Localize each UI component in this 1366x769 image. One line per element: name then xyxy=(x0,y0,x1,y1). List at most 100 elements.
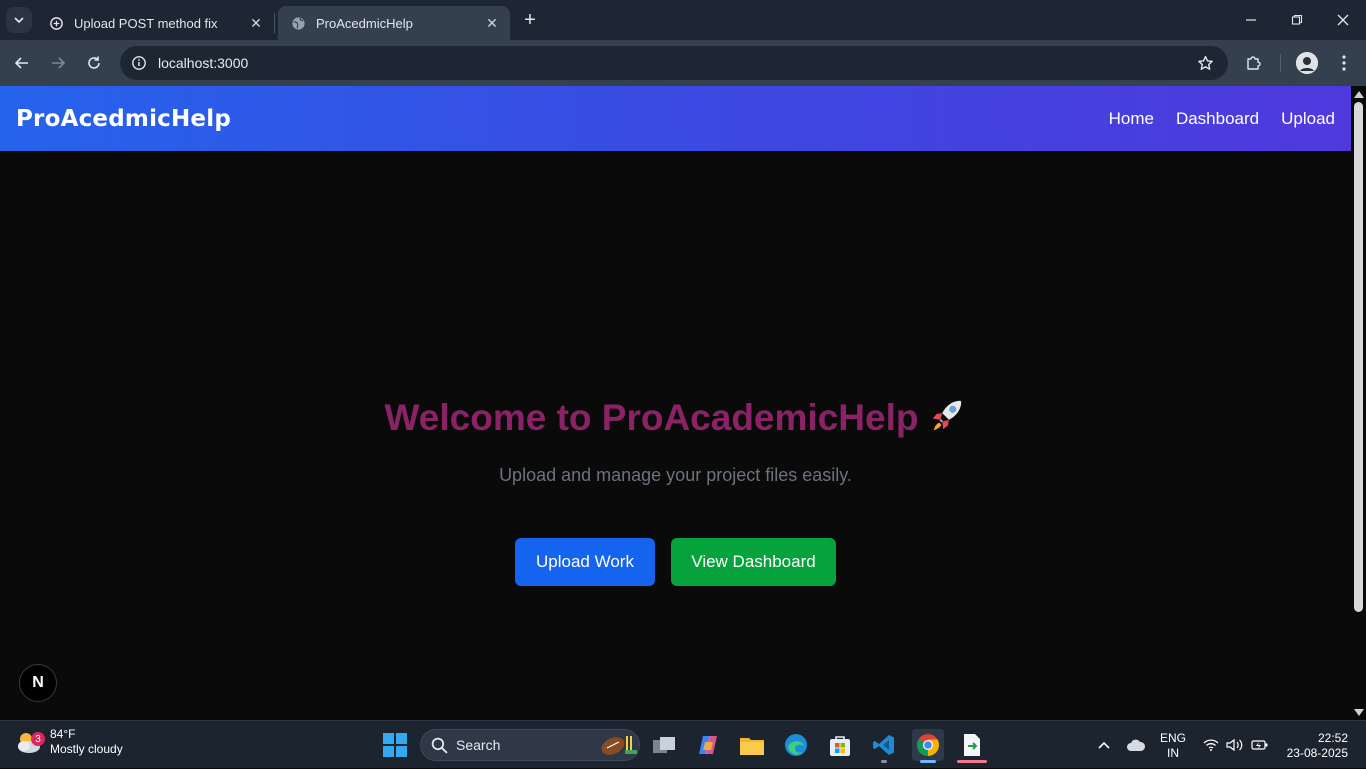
weather-condition: Mostly cloudy xyxy=(50,742,123,756)
nav-links: Home Dashboard Upload xyxy=(1109,109,1335,129)
taskbar-search[interactable]: Search xyxy=(420,729,640,761)
avatar xyxy=(1296,52,1318,74)
nav-link-home[interactable]: Home xyxy=(1109,109,1154,129)
store-button[interactable] xyxy=(824,729,856,761)
browser-toolbar: localhost:3000 xyxy=(0,40,1366,86)
tab-proacedmichelp[interactable]: ProAcedmicHelp ✕ xyxy=(278,6,510,40)
copilot-icon xyxy=(699,736,717,754)
new-tab-button[interactable]: + xyxy=(518,8,542,32)
task-view-icon xyxy=(653,737,675,753)
battery-button[interactable] xyxy=(1250,721,1270,769)
tab-strip: Upload POST method fix ✕ ProAcedmicHelp … xyxy=(0,0,1366,40)
upload-work-button[interactable]: Upload Work xyxy=(515,538,655,586)
start-button[interactable] xyxy=(383,733,407,757)
task-view-button[interactable] xyxy=(648,729,680,761)
windows-logo-tile xyxy=(383,733,394,744)
chrome-icon xyxy=(917,734,939,756)
tab-title: ProAcedmicHelp xyxy=(316,15,413,31)
windows-logo-tile xyxy=(383,746,394,757)
language-line2: IN xyxy=(1167,746,1179,760)
edge-button[interactable] xyxy=(780,729,812,761)
weather-temp: 84°F xyxy=(50,727,76,741)
puzzle-icon xyxy=(1247,56,1261,70)
nav-link-dashboard[interactable]: Dashboard xyxy=(1176,109,1259,129)
copilot-button[interactable] xyxy=(692,729,724,761)
volume-button[interactable] xyxy=(1226,721,1244,769)
vscode-button[interactable] xyxy=(868,729,900,763)
url-text[interactable]: localhost:3000 xyxy=(158,55,1190,71)
weather-widget[interactable]: 3 84°F Mostly cloudy xyxy=(14,727,123,757)
wifi-icon xyxy=(1203,739,1219,751)
store-icon xyxy=(830,736,850,756)
rocket-icon xyxy=(928,396,966,443)
extensions-button[interactable] xyxy=(1240,49,1268,77)
page-scrollbar[interactable] xyxy=(1351,86,1366,720)
hero-title-wrap: Welcome to ProAcademicHelp xyxy=(0,396,1351,443)
chevron-down-icon xyxy=(14,17,24,24)
back-button[interactable] xyxy=(8,49,36,77)
active-indicator xyxy=(920,760,936,763)
kebab-menu-icon xyxy=(1342,55,1346,71)
globe-icon xyxy=(290,15,306,31)
forward-button[interactable] xyxy=(44,49,72,77)
folder-icon xyxy=(740,738,764,755)
clock-time: 22:52 xyxy=(1317,731,1348,745)
tab-search-button[interactable] xyxy=(6,7,32,33)
bookmark-star-icon[interactable] xyxy=(1190,48,1220,78)
toolbar-separator xyxy=(1280,54,1281,72)
close-icon[interactable]: ✕ xyxy=(248,15,264,31)
site-navbar: ProAcedmicHelp Home Dashboard Upload xyxy=(0,86,1351,151)
windows-logo-tile xyxy=(396,733,407,744)
close-window-button[interactable] xyxy=(1320,0,1366,40)
scroll-up-arrow-icon[interactable] xyxy=(1353,89,1364,99)
tab-title: Upload POST method fix xyxy=(74,15,218,31)
minimize-button[interactable] xyxy=(1228,0,1274,40)
hero-title: Welcome to ProAcademicHelp xyxy=(384,397,919,438)
close-icon xyxy=(1337,14,1349,26)
windows-logo-tile xyxy=(396,746,407,757)
chatgpt-icon xyxy=(48,15,64,31)
language-line1: ENG xyxy=(1160,731,1187,745)
running-indicator xyxy=(881,760,887,763)
edge-icon xyxy=(785,734,807,756)
minimize-icon xyxy=(1246,19,1256,21)
file-arrow-icon xyxy=(964,734,980,756)
cloud-icon xyxy=(1127,739,1146,751)
running-indicator xyxy=(957,760,987,763)
wifi-button[interactable] xyxy=(1202,721,1220,769)
menu-button[interactable] xyxy=(1330,49,1358,77)
address-bar[interactable]: localhost:3000 xyxy=(120,46,1228,80)
clock-date: 23-08-2025 xyxy=(1286,746,1348,760)
view-dashboard-button[interactable]: View Dashboard xyxy=(671,538,836,586)
profile-button[interactable] xyxy=(1293,49,1321,77)
language-indicator[interactable]: ENG IN xyxy=(1160,731,1186,761)
hero-section: Welcome to ProAcademicHelp Upload and ma… xyxy=(0,151,1351,720)
taskbar-clock[interactable]: 22:52 23-08-2025 xyxy=(1280,731,1348,761)
arrow-right-icon xyxy=(52,57,66,69)
search-label: Search xyxy=(456,737,501,753)
scrollbar-thumb[interactable] xyxy=(1354,102,1363,612)
hero-subtitle: Upload and manage your project files eas… xyxy=(499,465,852,485)
page-viewport: ProAcedmicHelp Home Dashboard Upload Wel… xyxy=(0,86,1351,720)
nextjs-dev-badge[interactable]: N xyxy=(19,664,57,702)
reload-button[interactable] xyxy=(80,49,108,77)
battery-charging-icon xyxy=(1251,740,1268,750)
tab-divider xyxy=(274,13,275,33)
site-info-icon[interactable] xyxy=(122,46,156,80)
file-explorer-button[interactable] xyxy=(736,729,768,761)
terminal-app-button[interactable] xyxy=(956,729,988,763)
tab-upload-post-method-fix[interactable]: Upload POST method fix ✕ xyxy=(36,6,274,40)
scroll-down-arrow-icon[interactable] xyxy=(1353,707,1364,717)
chrome-button[interactable] xyxy=(912,729,944,763)
vscode-icon xyxy=(873,735,894,755)
cloud-sun-icon: 3 xyxy=(14,727,45,757)
restore-icon xyxy=(1291,14,1303,25)
onedrive-button[interactable] xyxy=(1124,721,1148,769)
close-icon[interactable]: ✕ xyxy=(484,15,500,31)
show-hidden-icons-button[interactable] xyxy=(1094,721,1114,769)
speaker-icon xyxy=(1226,738,1243,752)
restore-button[interactable] xyxy=(1274,0,1320,40)
nav-link-upload[interactable]: Upload xyxy=(1281,109,1335,129)
search-icon xyxy=(431,737,448,754)
site-brand[interactable]: ProAcedmicHelp xyxy=(16,106,231,132)
